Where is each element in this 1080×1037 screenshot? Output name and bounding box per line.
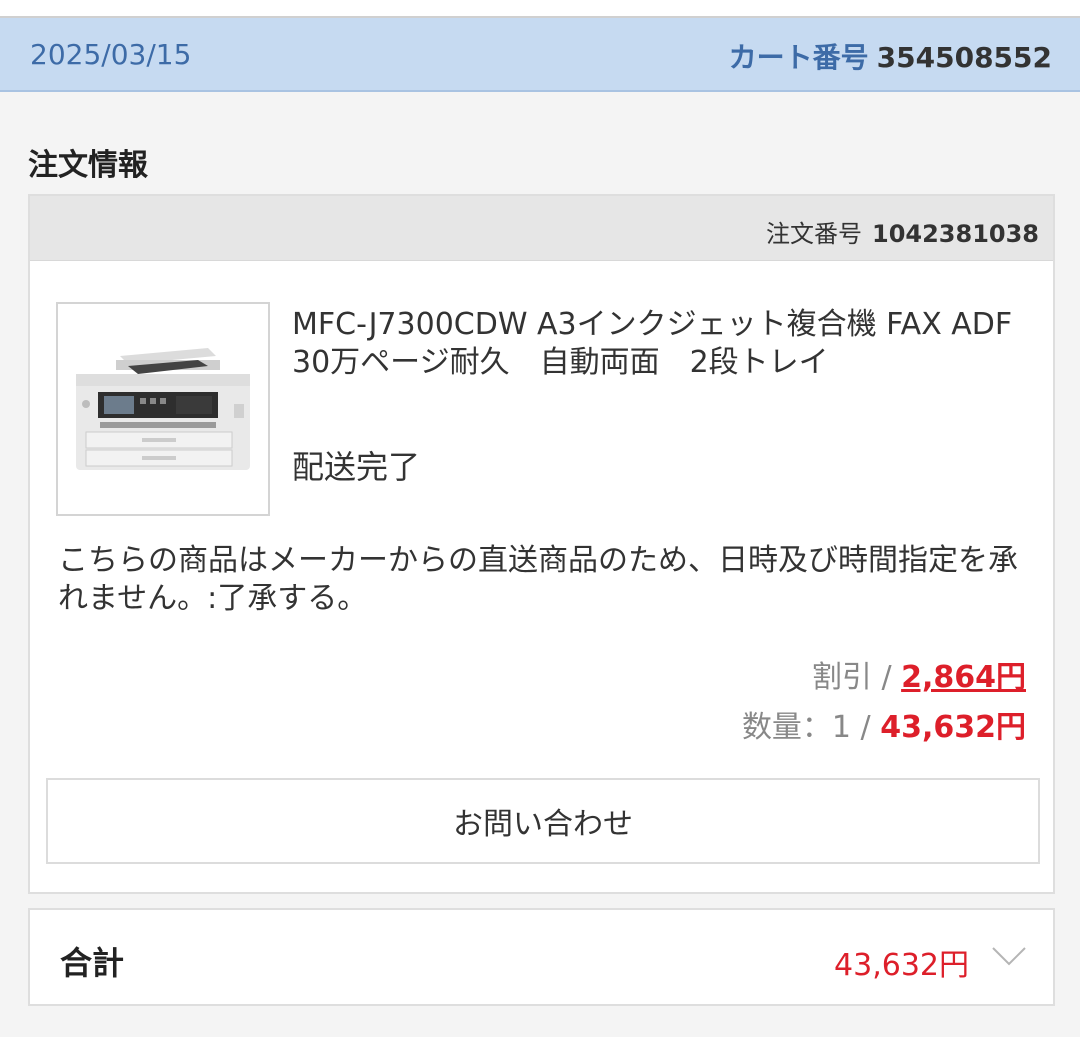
cart-number: カート番号 354508552 — [729, 36, 1052, 76]
product-name[interactable]: MFC-J7300CDW A3インクジェット複合機 FAX ADF 30万ページ… — [292, 306, 1042, 382]
order-number-value: 1042381038 — [872, 220, 1039, 248]
total-label: 合計 — [60, 944, 125, 982]
product-image[interactable] — [56, 302, 270, 516]
chevron-down-icon[interactable] — [989, 936, 1029, 976]
order-card: 注文番号 1042381038 MFC-J7300CDW A3インクジェット複合… — [28, 194, 1055, 894]
total-amount: 43,632円 — [834, 948, 969, 983]
total-row[interactable]: 合計 43,632円 — [28, 908, 1055, 1006]
discount-amount[interactable]: 2,864円 — [901, 660, 1026, 695]
cart-date: 2025/03/15 — [30, 38, 192, 71]
cart-number-value: 354508552 — [876, 41, 1052, 74]
discount-label: 割引 / — [811, 660, 902, 695]
section-title: 注文情報 — [28, 148, 148, 183]
order-number: 注文番号 1042381038 — [766, 214, 1039, 249]
discount-line: 割引 / 2,864円 — [812, 652, 1026, 696]
printer-image — [58, 304, 268, 514]
line-price: 43,632円 — [880, 710, 1026, 745]
order-header: 注文番号 1042381038 — [30, 196, 1053, 261]
quantity-label: 数量：1 / — [741, 710, 881, 745]
order-number-label: 注文番号 — [766, 220, 862, 248]
top-divider — [0, 0, 1080, 18]
cart-header: 2025/03/15 カート番号 354508552 — [0, 18, 1080, 92]
contact-button[interactable]: お問い合わせ — [46, 778, 1040, 864]
shipping-status: 配送完了 — [292, 448, 421, 486]
quantity-line: 数量：1 / 43,632円 — [742, 702, 1026, 746]
cart-number-label: カート番号 — [728, 41, 869, 74]
bottom-spacer — [0, 1018, 1080, 1037]
delivery-note: こちらの商品はメーカーからの直送商品のため、日時及び時間指定を承れません。:了承… — [58, 543, 1018, 616]
